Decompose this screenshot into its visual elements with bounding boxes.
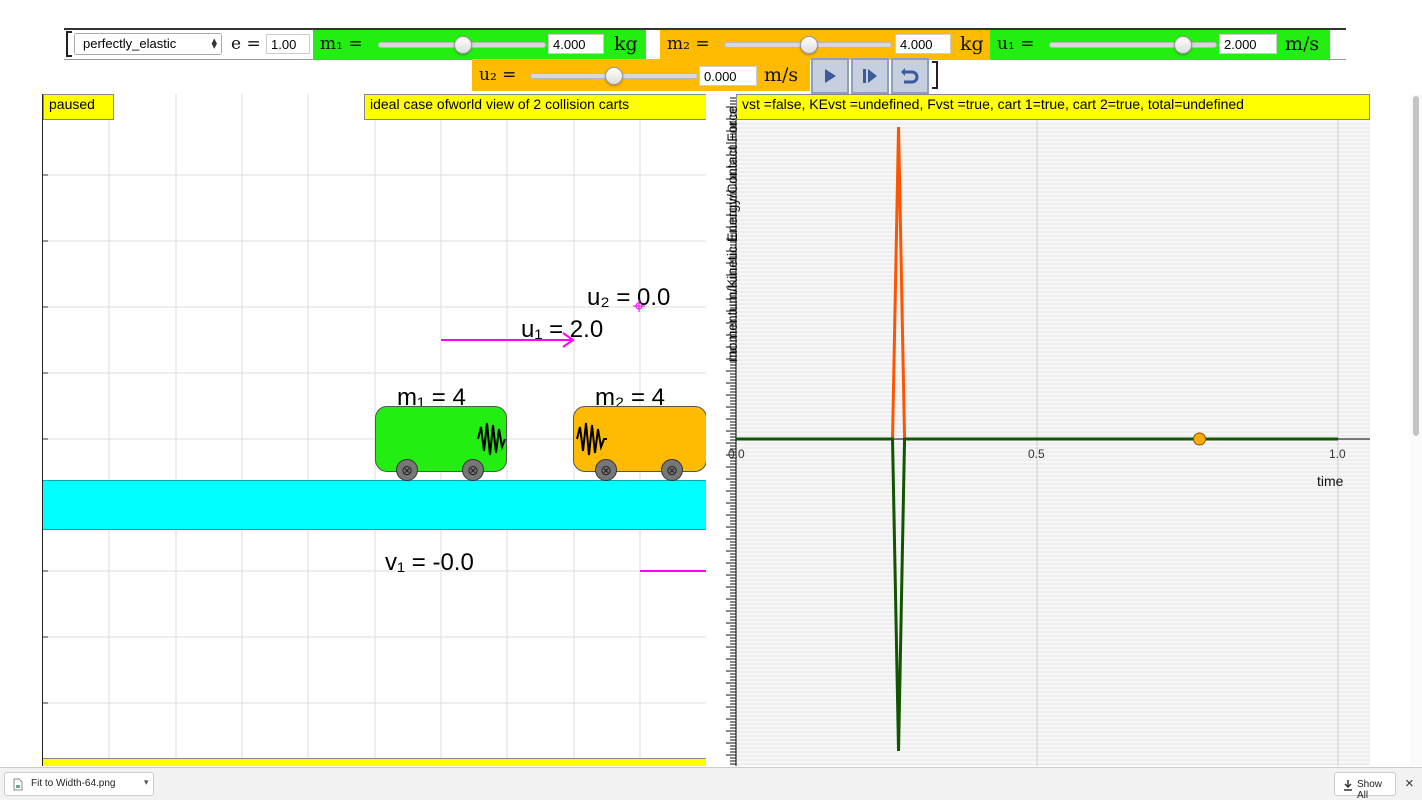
- file-icon: [13, 778, 23, 791]
- u2-slider-thumb[interactable]: [605, 67, 623, 85]
- u2-label: u₂ =: [479, 65, 517, 85]
- m2-unit: kg: [960, 33, 984, 55]
- bar-handle-right: [932, 61, 938, 89]
- play-icon: [825, 69, 836, 83]
- collision-type-select[interactable]: perfectly_elastic ▴ ▾: [74, 33, 222, 55]
- time-marker[interactable]: [1193, 432, 1207, 446]
- bar-handle: [66, 31, 72, 57]
- y-axis-label: momentum/Kinetic Energy/Contact Force: [724, 106, 740, 362]
- download-bar: Fit to Width-64.png ▾ Show All ×: [0, 767, 1422, 801]
- step-icon: [863, 69, 877, 83]
- download-filename: Fit to Width-64.png: [31, 778, 116, 789]
- show-all-label: Show All: [1357, 779, 1383, 801]
- graph-minor-grid: [736, 123, 1370, 765]
- u1-slider-thumb[interactable]: [1174, 36, 1192, 54]
- m1-unit: kg: [614, 33, 638, 55]
- v1-text: v₁ = -0.0: [385, 549, 474, 576]
- v2-arrow: [640, 570, 706, 572]
- spring-2-icon: [576, 422, 607, 456]
- world-view-panel[interactable]: paused ideal case ofworld view of 2 coll…: [42, 94, 706, 766]
- u2-input[interactable]: [699, 66, 757, 86]
- cart-2-wheel-right: ⊗: [661, 459, 683, 481]
- play-button[interactable]: [811, 58, 849, 94]
- world-bottom-bar: [43, 758, 706, 766]
- graph-panel[interactable]: vst =false, KEvst =undefined, Fvst =true…: [706, 94, 1370, 766]
- x-tick-0: 0.0: [728, 447, 745, 461]
- e-input[interactable]: [266, 34, 310, 54]
- cart-1-wheel-right: ⊗: [462, 459, 484, 481]
- u1-input[interactable]: [1219, 34, 1277, 54]
- reset-button[interactable]: [891, 58, 929, 94]
- spring-1-icon: [477, 422, 506, 456]
- select-arrows-icon: ▴ ▾: [211, 35, 217, 52]
- m2-input[interactable]: [895, 34, 951, 54]
- reset-icon: [901, 68, 919, 84]
- cart-1-wheel-left: ⊗: [396, 459, 418, 481]
- close-download-bar-icon[interactable]: ×: [1405, 775, 1414, 792]
- cart-1[interactable]: [375, 406, 507, 472]
- e-label: e =: [231, 34, 261, 54]
- cart-2[interactable]: [573, 406, 706, 472]
- m2-slider-thumb[interactable]: [800, 36, 818, 54]
- x-tick-05: 0.5: [1028, 447, 1045, 461]
- u1-unit: m/s: [1285, 33, 1320, 55]
- graph-canvas: [706, 94, 1370, 766]
- world-view-title: ideal case ofworld view of 2 collision c…: [364, 94, 706, 120]
- m1-slider-thumb[interactable]: [454, 36, 472, 54]
- x-tick-1: 1.0: [1329, 447, 1346, 461]
- m2-label: m₂ =: [667, 34, 710, 54]
- status-label: paused: [43, 94, 114, 120]
- show-all-button[interactable]: Show All: [1334, 772, 1396, 801]
- page-scrollbar[interactable]: [1410, 94, 1422, 766]
- download-menu-chevron-icon[interactable]: ▾: [144, 777, 149, 788]
- download-icon: [1344, 780, 1352, 791]
- graph-status-line: vst =false, KEvst =undefined, Fvst =true…: [736, 94, 1370, 120]
- cart-2-wheel-left: ⊗: [595, 459, 617, 481]
- scrollbar-thumb[interactable]: [1413, 96, 1419, 436]
- u2-unit: m/s: [764, 64, 799, 86]
- u2-marker-icon: [633, 300, 645, 312]
- step-button[interactable]: [851, 58, 889, 94]
- collision-type-value: perfectly_elastic: [83, 36, 177, 51]
- u1-arrow: [441, 332, 575, 348]
- x-axis-label: time: [1317, 473, 1344, 489]
- u2-text: u₂ = 0.0: [587, 284, 671, 311]
- m1-input[interactable]: [548, 34, 604, 54]
- u1-label: u₁ =: [997, 34, 1035, 54]
- m1-label: m₁ =: [320, 34, 363, 54]
- track: [43, 480, 706, 530]
- download-item[interactable]: Fit to Width-64.png ▾: [4, 772, 154, 796]
